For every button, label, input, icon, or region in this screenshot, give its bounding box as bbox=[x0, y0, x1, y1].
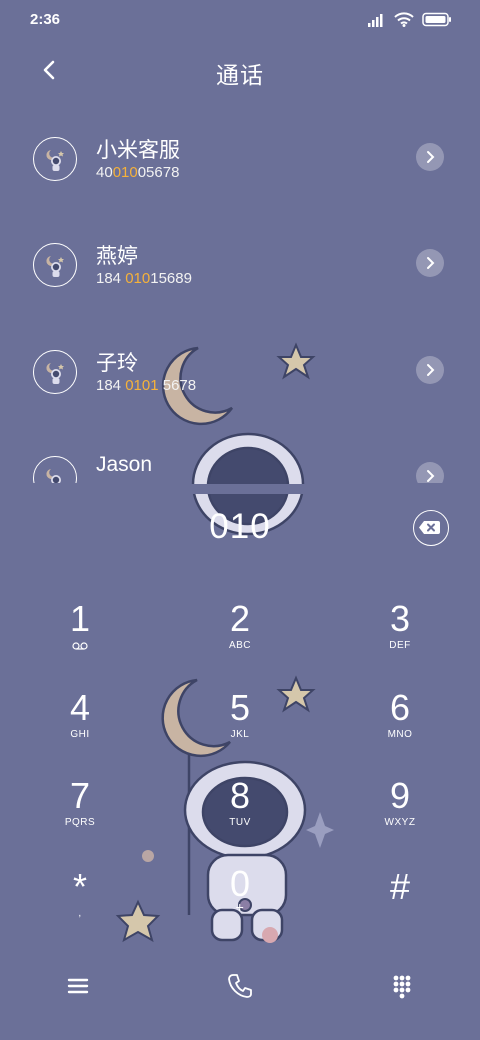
avatar bbox=[33, 137, 77, 181]
astronaut-avatar-icon bbox=[46, 469, 61, 483]
status-bar: 2:36 bbox=[0, 0, 480, 42]
call-button[interactable] bbox=[220, 966, 260, 1006]
backspace-icon bbox=[419, 521, 440, 534]
avatar bbox=[33, 350, 77, 394]
contact-name: 小米客服 bbox=[96, 139, 180, 162]
status-time: 2:36 bbox=[30, 11, 61, 28]
contact-name: 子玲 bbox=[96, 352, 138, 375]
key-2[interactable]: 2 ABC bbox=[180, 600, 300, 670]
key-0[interactable]: 0 + bbox=[180, 865, 300, 935]
match-highlight: 010 bbox=[125, 270, 151, 287]
list-item[interactable]: Jason bbox=[0, 453, 480, 483]
key-1[interactable]: 1 bbox=[20, 600, 140, 670]
astronaut-avatar-icon bbox=[46, 363, 64, 384]
key-hash[interactable]: # bbox=[340, 868, 460, 938]
key-5[interactable]: 5 JKL bbox=[180, 689, 300, 759]
key-9[interactable]: 9 WXYZ bbox=[340, 777, 460, 847]
astronaut-avatar-icon bbox=[46, 256, 64, 277]
dialed-number: 010 bbox=[209, 507, 271, 546]
key-3[interactable]: 3 DEF bbox=[340, 600, 460, 670]
contact-number: 184 0101 5678 bbox=[96, 377, 197, 394]
match-highlight: 010 bbox=[112, 164, 138, 181]
battery-icon bbox=[422, 12, 451, 27]
astronaut-avatar-icon bbox=[46, 150, 64, 171]
menu-icon bbox=[67, 978, 89, 994]
page-title: 通话 bbox=[216, 62, 264, 88]
key-6[interactable]: 6 MNO bbox=[340, 689, 460, 759]
contact-number: 4001005678 bbox=[96, 164, 180, 181]
header: 通话 bbox=[0, 50, 480, 94]
avatar bbox=[33, 456, 77, 483]
match-highlight: 0101 bbox=[125, 377, 159, 394]
key-4[interactable]: 4 GHI bbox=[20, 689, 140, 759]
contact-name: 燕婷 bbox=[96, 245, 138, 268]
contact-detail-button[interactable] bbox=[416, 249, 444, 277]
chevron-right-icon bbox=[427, 151, 435, 163]
key-7[interactable]: 7 PQRS bbox=[20, 777, 140, 847]
menu-button[interactable] bbox=[58, 966, 98, 1006]
contact-number: 184 01015689 bbox=[96, 270, 192, 287]
key-8[interactable]: 8 TUV bbox=[180, 777, 300, 847]
contact-detail-button[interactable] bbox=[416, 143, 444, 171]
contact-name: Jason bbox=[96, 453, 153, 476]
list-item[interactable]: 小米客服 4001005678 bbox=[0, 137, 480, 227]
signal-icon bbox=[368, 13, 383, 27]
list-item[interactable]: 子玲 184 0101 5678 bbox=[0, 350, 480, 440]
chevron-right-icon bbox=[427, 470, 435, 482]
contact-detail-button[interactable] bbox=[416, 356, 444, 384]
keypad-icon bbox=[393, 975, 411, 999]
avatar bbox=[33, 243, 77, 287]
keypad-toggle-button[interactable] bbox=[382, 966, 422, 1006]
wifi-icon bbox=[394, 12, 414, 27]
dial-keypad: 1 2 ABC 3 DEF 4 GHI 5 JKL 6 MNO 7 PQRS 8 TUV 9W… bbox=[0, 600, 480, 930]
voicemail-icon bbox=[72, 642, 88, 650]
contact-detail-button[interactable] bbox=[416, 462, 444, 483]
contact-list[interactable]: 小米客服 4001005678 燕婷 184 01015689 子玲 184 0… bbox=[0, 105, 480, 483]
phone-icon bbox=[228, 974, 252, 998]
key-star[interactable]: *, bbox=[20, 868, 140, 938]
list-item[interactable]: 燕婷 184 01015689 bbox=[0, 243, 480, 333]
chevron-right-icon bbox=[427, 364, 435, 376]
backspace-button[interactable] bbox=[413, 510, 449, 546]
chevron-right-icon bbox=[427, 257, 435, 269]
